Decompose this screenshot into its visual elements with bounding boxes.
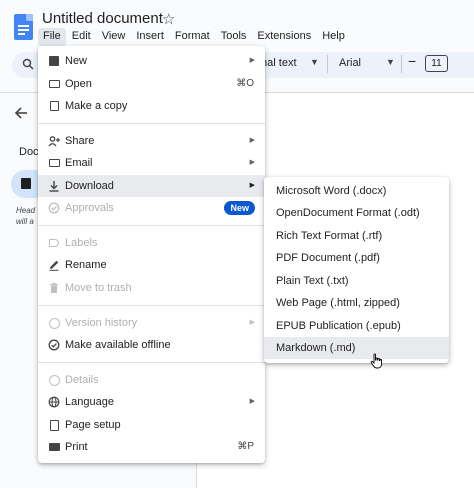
- menu-item-download[interactable]: Download ▶: [38, 175, 265, 197]
- download-submenu: Microsoft Word (.docx) OpenDocument Form…: [264, 177, 449, 363]
- download-markdown[interactable]: Markdown (.md): [264, 337, 449, 359]
- toolbar-divider: [401, 55, 402, 73]
- menu-separator: [38, 225, 265, 226]
- menu-file[interactable]: File: [38, 28, 66, 46]
- back-arrow-icon[interactable]: [14, 106, 28, 124]
- outline-doc-icon: [21, 178, 31, 189]
- folder-icon: [48, 78, 60, 90]
- menu-separator: [38, 305, 265, 306]
- download-txt[interactable]: Plain Text (.txt): [264, 270, 449, 292]
- search-menus-icon[interactable]: [22, 58, 34, 73]
- toolbar-divider: [327, 55, 328, 73]
- download-icon: [48, 180, 60, 192]
- submenu-arrow-icon: ▶: [249, 319, 255, 326]
- file-menu: New ▶ Open ⌘O Make a copy Share ▶ Email …: [38, 46, 265, 463]
- menu-format[interactable]: Format: [170, 28, 215, 46]
- menu-item-new[interactable]: New ▶: [38, 50, 265, 72]
- menu-edit[interactable]: Edit: [67, 28, 96, 46]
- new-badge: New: [224, 201, 255, 215]
- globe-icon: [48, 396, 60, 408]
- new-doc-icon: [48, 55, 60, 67]
- docs-logo-icon[interactable]: [14, 14, 33, 40]
- menu-item-move-to-trash[interactable]: Move to trash: [38, 277, 265, 299]
- font-caret-icon[interactable]: ▼: [386, 57, 395, 67]
- menu-item-version-history[interactable]: Version history ▶: [38, 312, 265, 334]
- menu-item-share[interactable]: Share ▶: [38, 130, 265, 152]
- outline-title: Doc: [19, 146, 39, 158]
- download-odt[interactable]: OpenDocument Format (.odt): [264, 202, 449, 224]
- menu-item-approvals[interactable]: Approvals New: [38, 197, 265, 219]
- share-person-icon: [48, 135, 60, 147]
- history-icon: [48, 317, 60, 329]
- style-caret-icon[interactable]: ▼: [310, 57, 319, 67]
- menu-item-language[interactable]: Language ▶: [38, 391, 265, 413]
- menu-view[interactable]: View: [97, 28, 131, 46]
- menu-tools[interactable]: Tools: [216, 28, 252, 46]
- menu-item-print[interactable]: Print ⌘P: [38, 436, 265, 458]
- font-family-select[interactable]: Arial: [339, 57, 361, 69]
- download-epub[interactable]: EPUB Publication (.epub): [264, 315, 449, 337]
- download-docx[interactable]: Microsoft Word (.docx): [264, 180, 449, 202]
- approvals-icon: [48, 202, 60, 214]
- decrease-font-size-button[interactable]: −: [408, 53, 416, 69]
- menu-item-make-available-offline[interactable]: Make available offline: [38, 334, 265, 356]
- menu-separator: [38, 362, 265, 363]
- trash-icon: [48, 282, 60, 294]
- menu-separator: [38, 123, 265, 124]
- submenu-arrow-icon: ▶: [249, 137, 255, 144]
- download-rtf[interactable]: Rich Text Format (.rtf): [264, 225, 449, 247]
- download-pdf[interactable]: PDF Document (.pdf): [264, 247, 449, 269]
- menu-insert[interactable]: Insert: [131, 28, 169, 46]
- menu-item-make-copy[interactable]: Make a copy: [38, 95, 265, 117]
- star-icon[interactable]: ☆: [162, 10, 175, 28]
- info-icon: [48, 374, 60, 386]
- page-setup-icon: [48, 419, 60, 431]
- menu-extensions[interactable]: Extensions: [252, 28, 316, 46]
- hand-cursor-icon: [370, 353, 384, 369]
- print-icon: [48, 441, 60, 453]
- submenu-arrow-icon: ▶: [249, 398, 255, 405]
- submenu-arrow-icon: ▶: [249, 182, 255, 189]
- offline-icon: [48, 339, 60, 351]
- download-html[interactable]: Web Page (.html, zipped): [264, 292, 449, 314]
- copy-icon: [48, 100, 60, 112]
- menu-help[interactable]: Help: [317, 28, 350, 46]
- document-title[interactable]: Untitled document: [42, 10, 163, 27]
- menu-item-email[interactable]: Email ▶: [38, 152, 265, 174]
- outline-hint: Head will a: [16, 206, 36, 226]
- menu-bar: File Edit View Insert Format Tools Exten…: [38, 28, 351, 46]
- menu-item-details[interactable]: Details: [38, 369, 265, 391]
- menu-item-page-setup[interactable]: Page setup: [38, 414, 265, 436]
- font-size-input[interactable]: 11: [425, 55, 448, 72]
- email-icon: [48, 157, 60, 169]
- submenu-arrow-icon: ▶: [249, 57, 255, 64]
- label-icon: [48, 237, 60, 249]
- menu-item-rename[interactable]: Rename: [38, 254, 265, 276]
- menu-item-labels[interactable]: Labels: [38, 232, 265, 254]
- shortcut-open: ⌘O: [236, 78, 254, 89]
- menu-item-open[interactable]: Open ⌘O: [38, 73, 265, 95]
- submenu-arrow-icon: ▶: [249, 159, 255, 166]
- shortcut-print: ⌘P: [237, 441, 254, 452]
- pencil-icon: [48, 259, 60, 271]
